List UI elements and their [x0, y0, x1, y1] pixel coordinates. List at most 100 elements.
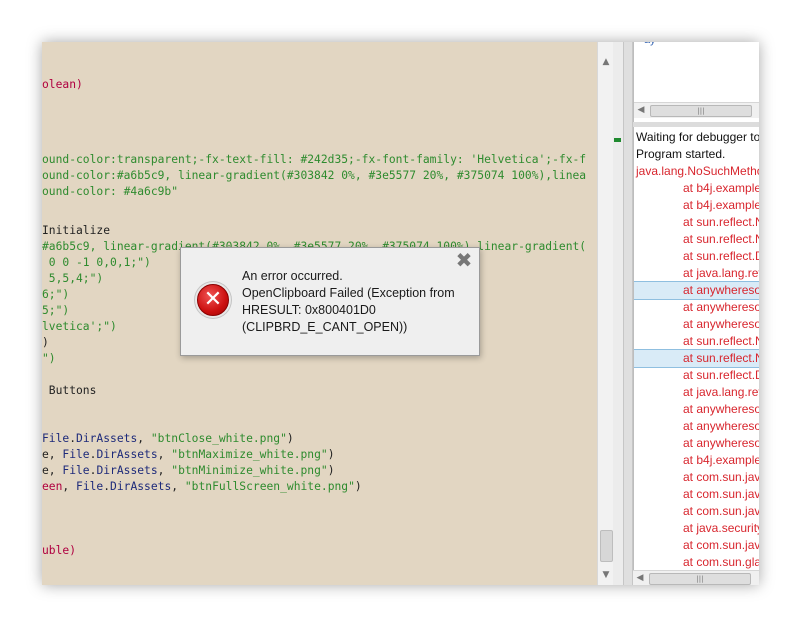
scroll-left-arrow-icon[interactable]: ◀: [634, 103, 648, 118]
code-token: "): [42, 352, 56, 365]
code-token: "btnMinimize_white.png": [171, 464, 328, 477]
log-line[interactable]: at anywheresof: [634, 281, 759, 300]
code-line[interactable]: File.DirAssets, "btnClose_white.png"): [42, 431, 294, 447]
code-token: ,: [157, 448, 172, 461]
code-token: een: [42, 480, 63, 493]
top-panel-scroll-thumb[interactable]: |||: [650, 105, 752, 117]
error-icon: ✕: [197, 284, 229, 316]
code-token: .: [69, 432, 77, 445]
log-line[interactable]: at anywheresof: [634, 401, 759, 418]
code-line[interactable]: 5;"): [42, 303, 69, 319]
code-line[interactable]: 6;"): [42, 287, 69, 303]
code-token: 5,5,4;"): [42, 272, 104, 285]
code-token: File: [62, 448, 90, 461]
log-line[interactable]: at anywheresof: [634, 299, 759, 316]
code-token: DirAssets: [110, 480, 172, 493]
error-message: An error occurred. OpenClipboard Failed …: [242, 268, 474, 336]
code-line[interactable]: ound-color:transparent;-fx-text-fill: #2…: [42, 152, 586, 168]
log-line[interactable]: at anywheresof: [634, 435, 759, 452]
code-token: File: [62, 464, 90, 477]
log-line[interactable]: Program started.: [634, 146, 759, 163]
log-line[interactable]: at b4j.example: [634, 180, 759, 197]
code-line[interactable]: een, File.DirAssets, "btnFullScreen_whit…: [42, 479, 362, 495]
log-line[interactable]: at java.lang.refl: [634, 384, 759, 401]
code-token: ): [354, 480, 362, 493]
code-line[interactable]: lvetica';"): [42, 319, 117, 335]
code-token: DirAssets: [76, 432, 138, 445]
code-token: e,: [42, 464, 63, 477]
code-token: ound-color: #4a6c9b": [42, 185, 179, 198]
top-panel-horizontal-scrollbar[interactable]: ◀ |||: [634, 102, 759, 118]
code-line[interactable]: ): [42, 335, 49, 351]
code-line[interactable]: 0 0 -1 0,0,1;"): [42, 255, 151, 271]
editor-vertical-scrollbar[interactable]: ▲ ▼: [597, 42, 614, 585]
code-token: ,: [157, 464, 172, 477]
code-token: DirAssets: [96, 464, 158, 477]
change-marker: [614, 138, 621, 142]
log-line[interactable]: at java.lang.refl: [634, 265, 759, 282]
panel-splitter[interactable]: [623, 42, 633, 585]
log-line[interactable]: at sun.reflect.D: [634, 367, 759, 384]
error-message-line: HRESULT: 0x800401D0: [242, 303, 376, 317]
code-line[interactable]: ound-color: #4a6c9b": [42, 184, 178, 200]
error-message-line: An error occurred.: [242, 269, 343, 283]
log-line[interactable]: at java.security: [634, 520, 759, 537]
code-line[interactable]: e, File.DirAssets, "btnMinimize_white.pn…: [42, 463, 335, 479]
code-line[interactable]: olean): [42, 77, 83, 93]
close-icon[interactable]: ✖: [455, 250, 473, 270]
log-line[interactable]: java.lang.NoSuchMetho: [634, 163, 759, 180]
log-line[interactable]: at anywheresof: [634, 316, 759, 333]
code-token: "btnMaximize_white.png": [171, 448, 328, 461]
log-line[interactable]: at com.sun.jav: [634, 503, 759, 520]
scroll-down-arrow-icon[interactable]: ▼: [598, 567, 614, 583]
log-line[interactable]: Waiting for debugger to: [634, 129, 759, 146]
code-line[interactable]: "): [42, 351, 56, 367]
code-line[interactable]: Initialize: [42, 223, 110, 239]
log-line[interactable]: at sun.reflect.N: [634, 231, 759, 248]
log-line[interactable]: at b4j.example: [634, 197, 759, 214]
code-token: File: [76, 480, 104, 493]
code-token: ,: [171, 480, 185, 493]
code-token: ound-color:#a6b5c9, linear-gradient(#303…: [42, 169, 587, 182]
log-line[interactable]: at com.sun.jav: [634, 469, 759, 486]
editor-scroll-thumb[interactable]: [600, 530, 613, 562]
code-token: "btnFullScreen_white.png": [184, 480, 355, 493]
error-message-line: OpenClipboard Failed (Exception from: [242, 286, 455, 300]
code-token: 5;"): [42, 304, 70, 317]
log-scroll-thumb[interactable]: |||: [649, 573, 751, 585]
code-token: e,: [42, 448, 63, 461]
log-line[interactable]: at com.sun.jav: [634, 537, 759, 554]
code-token: "btnClose_white.png": [150, 432, 287, 445]
code-token: ): [327, 464, 335, 477]
code-token: ): [327, 448, 335, 461]
code-token: uble): [42, 544, 77, 557]
log-line[interactable]: at b4j.example: [634, 452, 759, 469]
error-message-line: (CLIPBRD_E_CANT_OPEN)): [242, 320, 408, 334]
code-line[interactable]: e, File.DirAssets, "btnMaximize_white.pn…: [42, 447, 335, 463]
code-line[interactable]: uble): [42, 543, 76, 559]
scroll-up-arrow-icon[interactable]: ▲: [598, 54, 614, 70]
log-line[interactable]: at sun.reflect.D: [634, 248, 759, 265]
log-line[interactable]: at com.sun.jav: [634, 486, 759, 503]
code-token: ound-color:transparent;-fx-text-fill: #2…: [42, 153, 587, 166]
top-panel-text: ay: [644, 42, 656, 46]
log-line[interactable]: at anywheresof: [634, 418, 759, 435]
top-right-panel: ay ◀ |||: [633, 42, 759, 122]
code-token: 6;"): [42, 288, 70, 301]
log-line[interactable]: at sun.reflect.N: [634, 333, 759, 350]
overview-ruler: [613, 42, 623, 585]
code-token: Initialize: [42, 224, 111, 237]
code-token: ,: [137, 432, 151, 445]
log-horizontal-scrollbar[interactable]: ◀ |||: [633, 570, 759, 585]
code-token: ): [286, 432, 294, 445]
code-line[interactable]: Buttons: [42, 383, 97, 399]
code-line[interactable]: 5,5,4;"): [42, 271, 103, 287]
logs-panel[interactable]: Waiting for debugger to Program started. j…: [633, 127, 759, 572]
log-line[interactable]: at sun.reflect.N: [634, 349, 759, 368]
code-line[interactable]: ound-color:#a6b5c9, linear-gradient(#303…: [42, 168, 586, 184]
log-line[interactable]: at sun.reflect.N: [634, 214, 759, 231]
code-token: olean): [42, 78, 83, 91]
log-line[interactable]: at com.sun.gla: [634, 554, 759, 571]
log-scroll-left-arrow-icon[interactable]: ◀: [633, 571, 647, 585]
code-token: File: [42, 432, 70, 445]
